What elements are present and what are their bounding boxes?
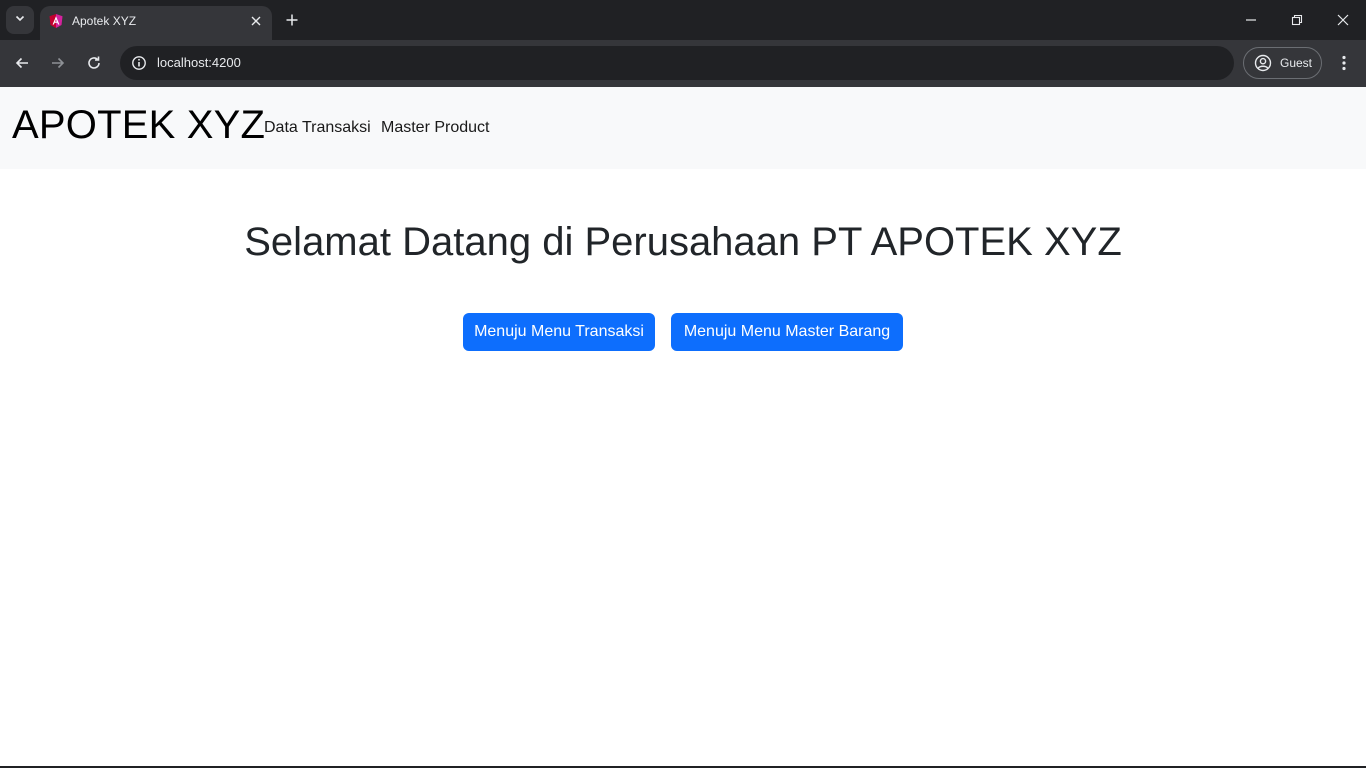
close-tab-icon[interactable] [248,13,264,29]
close-window-icon[interactable] [1331,8,1355,32]
back-icon[interactable] [9,50,35,76]
page-content: APOTEK XYZ Data Transaksi Master Product… [0,87,1366,768]
angular-favicon-icon [48,13,64,29]
new-tab-icon[interactable] [282,10,302,30]
url-text: localhost:4200 [157,55,241,70]
nav-link-master-product[interactable]: Master Product [381,119,489,137]
chevron-down-icon [14,11,26,29]
reload-icon[interactable] [81,50,107,76]
restore-icon[interactable] [1285,8,1309,32]
profile-label: Guest [1280,56,1313,70]
profile-button[interactable]: Guest [1243,47,1322,79]
account-circle-icon [1254,54,1272,72]
address-bar[interactable]: localhost:4200 [120,46,1234,80]
page-title: Selamat Datang di Perusahaan PT APOTEK X… [244,220,1122,264]
more-vert-icon[interactable] [1332,50,1356,76]
navbar-brand[interactable]: APOTEK XYZ [12,103,265,148]
minimize-icon[interactable] [1239,8,1263,32]
site-info-icon[interactable] [127,51,151,75]
browser-tab[interactable]: Apotek XYZ [40,6,272,40]
transaksi-menu-button[interactable]: Menuju Menu Transaksi [463,313,655,351]
nav-link-data-transaksi[interactable]: Data Transaksi [264,119,371,137]
browser-toolbar: localhost:4200 Guest [0,40,1366,87]
forward-icon[interactable] [45,50,71,76]
browser-tabstrip: Apotek XYZ [0,0,1366,40]
tab-title: Apotek XYZ [72,14,137,28]
tab-search-button[interactable] [6,6,34,34]
navbar: APOTEK XYZ Data Transaksi Master Product [0,87,1366,169]
master-barang-menu-button[interactable]: Menuju Menu Master Barang [671,313,903,351]
